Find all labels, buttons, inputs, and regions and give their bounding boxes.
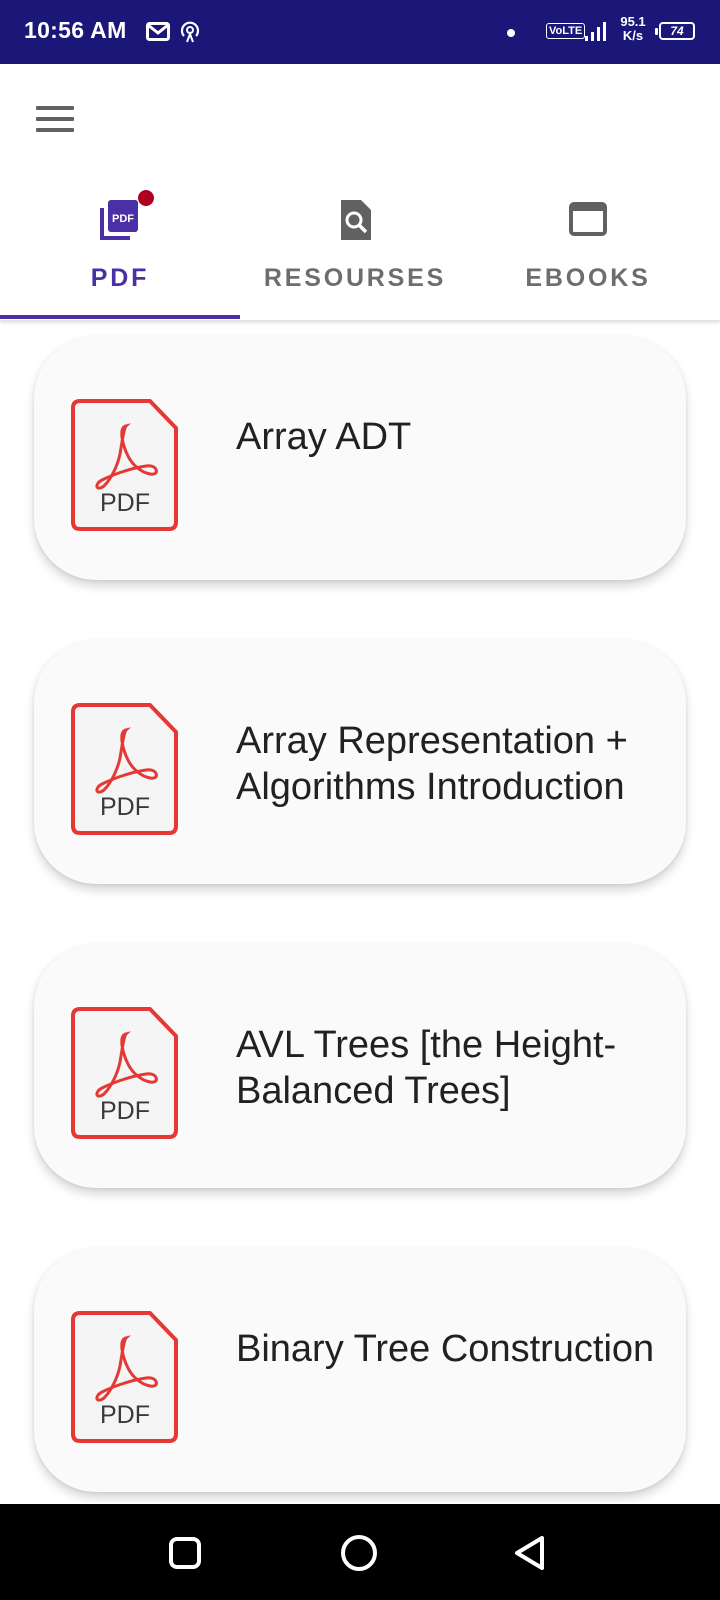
battery-icon: 74 [655,22,695,40]
file-search-icon [341,200,371,240]
volte-icon: VoLTE [546,23,586,39]
document-card[interactable]: PDF AVL Trees [the Height-Balanced Trees… [34,944,686,1188]
tab-label: EBOOKS [525,264,651,292]
document-title: Array ADT [236,416,412,458]
document-card[interactable]: PDF Array ADT [34,336,686,580]
speed-unit: K/s [622,28,644,43]
signal-icon [585,22,606,41]
document-title: Binary Tree Construction [236,1328,655,1370]
hamburger-menu-icon[interactable] [30,100,80,140]
pdf-document-icon: PDF [71,1007,178,1139]
tab-label: PDF [90,264,150,292]
tab-label: RESOURSES [263,264,447,292]
tab-resourses[interactable]: RESOURSES [235,180,475,320]
pdf-file-icon: PDF [100,200,138,240]
back-triangle-icon[interactable] [508,1530,554,1576]
recents-square-icon[interactable] [163,1530,209,1576]
status-time: 10:56 AM [24,17,127,43]
document-list: PDF Array ADT PDF Array Representation +… [0,322,720,1502]
svg-text:PDF: PDF [100,1401,150,1429]
tab-pdf[interactable]: PDF PDF [0,180,240,320]
pdf-document-icon: PDF [71,1311,178,1443]
tab-indicator [0,315,240,319]
speed-value: 95.1 [620,14,646,29]
svg-text:PDF: PDF [100,1097,150,1125]
svg-text:PDF: PDF [100,489,150,517]
svg-text:PDF: PDF [100,793,150,821]
document-card[interactable]: PDF Binary Tree Construction [34,1248,686,1492]
pdf-document-icon: PDF [71,703,178,835]
tab-ebooks[interactable]: EBOOKS [468,180,708,320]
pdf-document-icon: PDF [71,399,178,531]
document-card[interactable]: PDF Array Representation + Algorithms In… [34,640,686,884]
network-speed: 95.1 K/s [616,15,650,43]
hotspot-icon [180,21,200,43]
gmail-icon [146,22,170,41]
svg-text:PDF: PDF [112,213,134,225]
document-title: Array Representation + Algorithms Introd… [236,720,628,808]
home-circle-icon[interactable] [336,1530,382,1576]
system-nav-bar [0,1504,720,1600]
document-title: AVL Trees [the Height-Balanced Trees] [236,1024,617,1112]
window-icon [569,202,607,236]
tab-bar: PDF PDF RESOURSES EBOOKS [0,180,720,321]
notification-dot-icon [507,29,515,37]
tab-badge [138,190,154,206]
status-bar: 10:56 AM VoLTE 95.1 K/s 74 [0,0,720,64]
